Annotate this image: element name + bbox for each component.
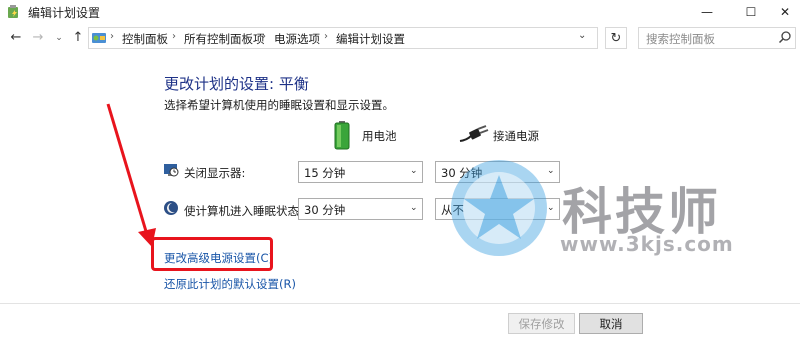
highlight-box — [151, 237, 273, 271]
forward-button[interactable]: → — [31, 30, 45, 46]
plugged-in-column-label: 接通电源 — [493, 129, 539, 143]
chevron-down-icon: ⌄ — [410, 166, 418, 176]
minimize-icon: — — [701, 5, 713, 19]
sleep-label: 使计算机进入睡眠状态: — [184, 204, 303, 218]
back-button[interactable]: ← — [9, 30, 23, 46]
footer-divider — [0, 303, 800, 304]
breadcrumb-separator: › — [110, 31, 114, 42]
battery-icon — [334, 121, 350, 150]
battery-column-label: 用电池 — [362, 129, 397, 143]
sleep-battery-select[interactable]: 30 分钟 ⌄ — [298, 198, 423, 220]
minimize-button[interactable]: — — [684, 0, 730, 24]
breadcrumb-all-items[interactable]: 所有控制面板项 — [184, 31, 265, 47]
turn-off-display-label: 关闭显示器: — [184, 166, 246, 180]
watermark-logo-icon — [451, 160, 547, 256]
monitor-clock-icon — [164, 164, 179, 177]
moon-sleep-icon — [164, 201, 178, 215]
power-options-icon — [8, 5, 18, 18]
search-placeholder: 搜索控制面板 — [646, 32, 715, 46]
cancel-button[interactable]: 取消 — [579, 313, 643, 334]
breadcrumb-control-panel[interactable]: 控制面板 — [122, 31, 168, 47]
recent-locations-button[interactable]: ⌄ — [52, 30, 66, 46]
restore-defaults-link[interactable]: 还原此计划的默认设置(R) — [164, 276, 296, 292]
breadcrumb-separator: › — [262, 31, 266, 42]
page-title: 更改计划的设置: 平衡 — [164, 75, 309, 93]
annotation-arrow-icon — [106, 103, 156, 247]
up-button[interactable]: ↑ — [71, 30, 85, 46]
power-plug-icon — [459, 125, 489, 142]
close-icon: ✕ — [779, 5, 791, 19]
save-changes-button[interactable]: 保存修改 — [508, 313, 575, 334]
title-bar — [0, 0, 800, 24]
display-battery-select[interactable]: 15 分钟 ⌄ — [298, 161, 423, 183]
refresh-icon: ↻ — [610, 30, 622, 46]
maximize-icon: ☐ — [745, 5, 757, 19]
breadcrumb-power-options[interactable]: 电源选项 — [274, 31, 320, 47]
refresh-button[interactable]: ↻ — [605, 27, 627, 49]
select-value: 15 分钟 — [304, 166, 346, 180]
watermark-url: www.3kjs.com — [560, 232, 734, 256]
select-value: 30 分钟 — [304, 203, 346, 217]
search-icon[interactable] — [778, 30, 792, 44]
address-dropdown-icon[interactable]: ⌄ — [578, 30, 586, 41]
breadcrumb-separator: › — [172, 31, 176, 42]
breadcrumb-separator: › — [324, 31, 328, 42]
control-panel-icon — [92, 33, 106, 43]
window-title: 编辑计划设置 — [28, 6, 101, 20]
chevron-down-icon: ⌄ — [410, 203, 418, 213]
page-subtitle: 选择希望计算机使用的睡眠设置和显示设置。 — [164, 98, 394, 112]
close-button[interactable]: ✕ — [762, 0, 800, 24]
breadcrumb-edit-plan[interactable]: 编辑计划设置 — [336, 31, 405, 47]
